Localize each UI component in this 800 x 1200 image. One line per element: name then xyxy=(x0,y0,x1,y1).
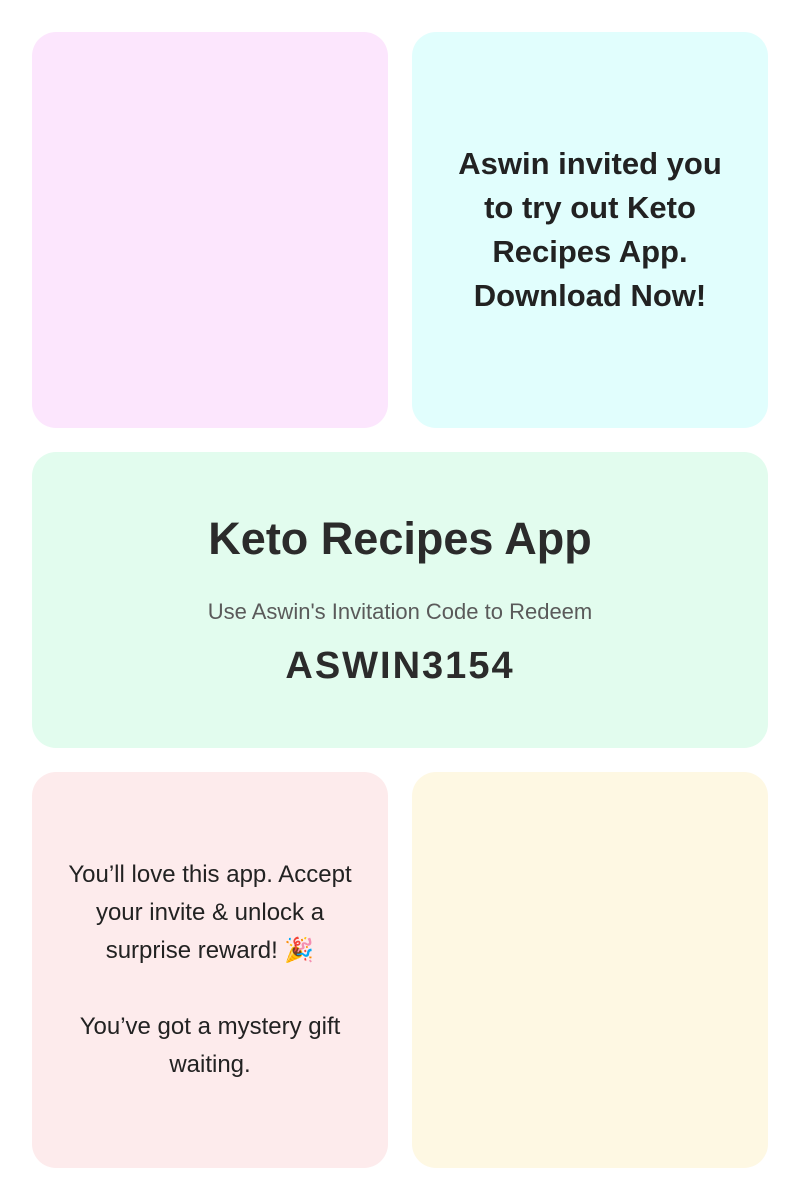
invitation-subtitle: Use Aswin's Invitation Code to Redeem xyxy=(207,598,593,624)
invite-card: Aswin invited you to try out Keto Recipe… xyxy=(412,32,768,428)
promo-message: You’ll love this app. Accept your invite… xyxy=(68,861,352,964)
decorative-card-yellow xyxy=(412,772,768,1168)
invite-message: Aswin invited you to try out Keto Recipe… xyxy=(458,146,722,313)
invitation-code-card: Keto Recipes App Use Aswin's Invitation … xyxy=(32,452,768,748)
app-title: Keto Recipes App xyxy=(208,512,592,564)
invitation-code[interactable]: ASWIN3154 xyxy=(285,647,514,685)
mystery-gift-message: You’ve got a mystery gift waiting. xyxy=(79,1013,341,1078)
promo-card: You’ll love this app. Accept your invite… xyxy=(32,772,388,1168)
decorative-card-pink xyxy=(32,32,388,428)
